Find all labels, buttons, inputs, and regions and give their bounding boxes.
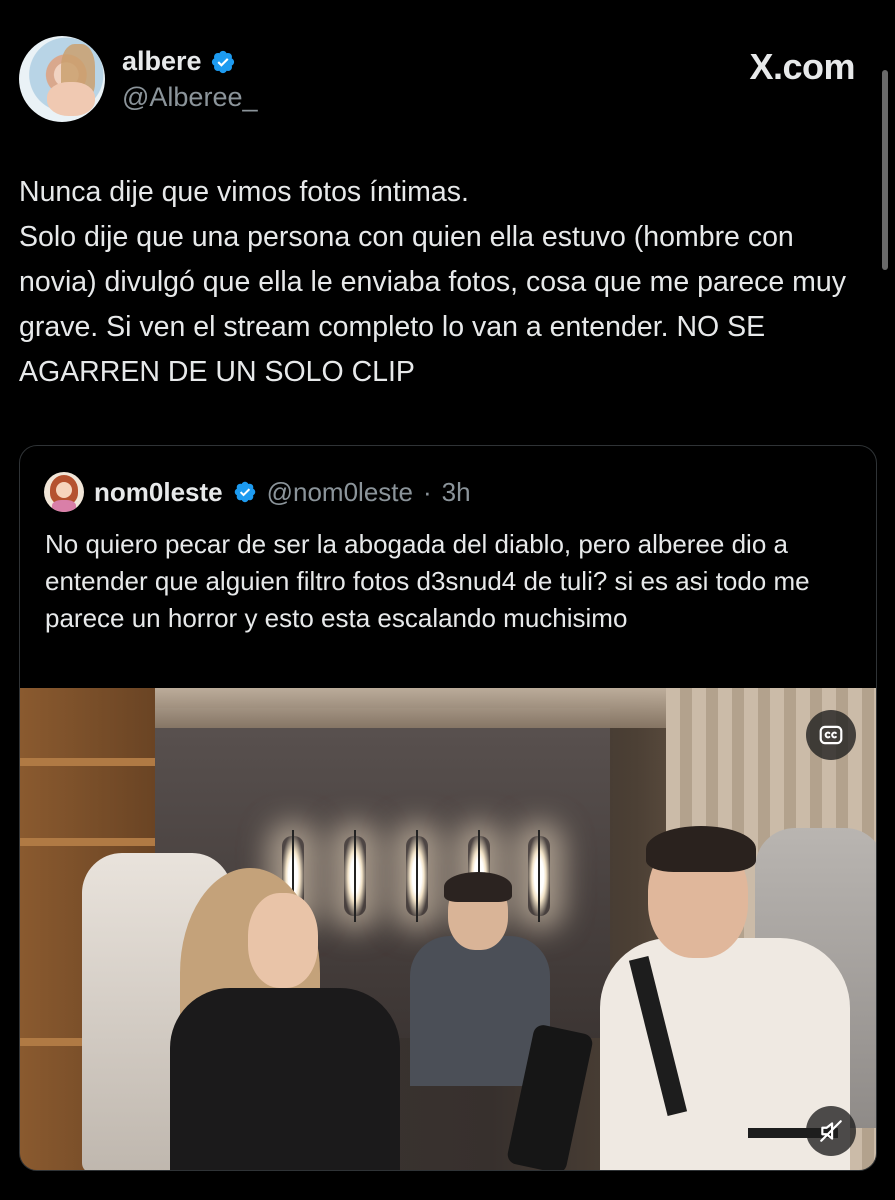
- author-handle[interactable]: @Alberee_: [122, 82, 258, 113]
- wall-lamp: [406, 830, 428, 922]
- author-name-row: albere: [122, 46, 236, 77]
- author-name[interactable]: albere: [122, 46, 202, 77]
- shelf-board: [20, 758, 155, 766]
- mute-button[interactable]: [806, 1106, 856, 1156]
- quoted-tweet-header: nom0leste @nom0leste · 3h: [44, 472, 471, 512]
- quoted-author-name[interactable]: nom0leste: [94, 477, 223, 508]
- x-logo: X.com: [749, 46, 855, 87]
- avatar-figure: [47, 82, 95, 116]
- quoted-author-handle[interactable]: @nom0leste: [267, 477, 413, 508]
- wall-lamp: [528, 830, 550, 922]
- wall-lamp: [344, 830, 366, 922]
- person-center-hair: [444, 872, 512, 902]
- shelf-board: [20, 838, 155, 846]
- separator-dot: ·: [422, 476, 432, 507]
- verified-badge-icon: [211, 50, 234, 73]
- person-left: [170, 988, 400, 1170]
- avatar-face: [56, 482, 72, 498]
- scrollbar[interactable]: [882, 70, 888, 270]
- mute-icon: [820, 1120, 842, 1142]
- avatar-shirt: [52, 500, 76, 512]
- person-left-face: [248, 893, 318, 988]
- quoted-author-avatar[interactable]: [44, 472, 84, 512]
- video-player[interactable]: [20, 688, 876, 1170]
- person-right-hair: [646, 826, 756, 872]
- tweet-body: Nunca dije que vimos fotos íntimas. Solo…: [19, 176, 847, 388]
- captions-button[interactable]: [806, 710, 856, 760]
- author-avatar[interactable]: [19, 36, 105, 122]
- tweet-header: albere @Alberee_ X.com: [19, 36, 865, 126]
- quoted-tweet[interactable]: nom0leste @nom0leste · 3h No quiero peca…: [19, 445, 877, 1171]
- cc-icon: [819, 725, 843, 745]
- quoted-tweet-body: No quiero pecar de ser la abogada del di…: [45, 529, 810, 633]
- verified-badge-icon: [234, 481, 255, 503]
- quoted-timestamp[interactable]: 3h: [442, 477, 471, 508]
